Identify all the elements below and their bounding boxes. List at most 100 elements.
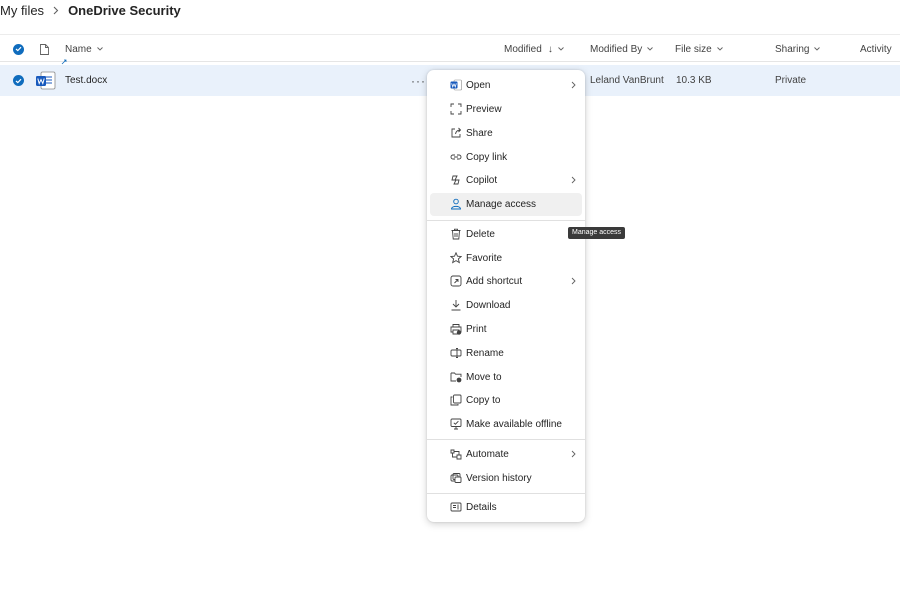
column-sharing-label: Sharing <box>775 43 810 55</box>
file-name: Test.docx <box>65 75 108 86</box>
column-name[interactable]: Name <box>65 35 103 63</box>
menu-item-favorite[interactable]: Favorite <box>430 247 582 270</box>
menu-item-open[interactable]: Open <box>430 74 582 97</box>
menu-item-label: Move to <box>466 372 502 383</box>
column-modified-by[interactable]: Modified By <box>590 35 654 63</box>
context-menu: Open Preview Share Copy link Copilot Man… <box>427 70 585 522</box>
file-sharing[interactable]: Private <box>775 65 806 96</box>
word-icon <box>450 79 462 91</box>
column-file-size[interactable]: File size <box>675 35 723 63</box>
menu-item-label: Details <box>466 502 497 513</box>
more-horizontal-icon: ··· <box>411 73 426 88</box>
modified-by-value: Leland VanBrunt <box>590 75 664 86</box>
person-icon <box>450 198 462 210</box>
chevron-right-icon <box>571 450 576 458</box>
menu-item-label: Favorite <box>466 253 503 264</box>
offline-icon <box>450 418 462 430</box>
print-icon <box>450 323 462 335</box>
chevron-right-icon <box>571 277 576 285</box>
breadcrumb: My files OneDrive Security <box>0 0 181 20</box>
menu-item-label: Manage access <box>466 199 537 210</box>
menu-item-delete[interactable]: Delete <box>430 223 582 246</box>
move-icon <box>450 371 462 383</box>
file-modified-by[interactable]: Leland VanBrunt <box>590 65 664 96</box>
row-checkbox[interactable] <box>13 65 24 96</box>
checkmark-circle-icon <box>13 43 24 55</box>
menu-item-label: Copy to <box>466 395 501 406</box>
preview-icon <box>450 103 462 115</box>
share-icon <box>450 127 462 139</box>
menu-item-details[interactable]: Details <box>430 496 582 519</box>
copy-icon <box>450 394 462 406</box>
menu-item-label: Rename <box>466 348 504 359</box>
column-name-label: Name <box>65 43 92 55</box>
column-activity[interactable]: Activity <box>860 35 892 63</box>
menu-item-add-shortcut[interactable]: Add shortcut <box>430 270 582 293</box>
chevron-down-icon <box>716 47 723 51</box>
sort-descending-icon: ↓ <box>547 43 553 55</box>
chevron-right-icon <box>571 81 576 89</box>
chevron-down-icon <box>647 47 654 51</box>
column-modified[interactable]: Modified ↓ <box>504 35 564 63</box>
menu-item-label: Copilot <box>466 175 498 186</box>
menu-item-rename[interactable]: Rename <box>430 342 582 365</box>
menu-item-download[interactable]: Download <box>430 294 582 317</box>
column-sharing[interactable]: Sharing <box>775 35 821 63</box>
menu-item-copy-link[interactable]: Copy link <box>430 146 582 169</box>
menu-divider <box>427 439 585 440</box>
menu-item-label: Preview <box>466 104 502 115</box>
menu-item-copilot[interactable]: Copilot <box>430 169 582 192</box>
trash-icon <box>450 228 462 240</box>
checkmark-circle-icon <box>13 75 24 86</box>
menu-item-label: Automate <box>466 449 509 460</box>
menu-item-version-history[interactable]: Version history <box>430 467 582 490</box>
column-header-row: Name Modified ↓ Modified By File size Sh… <box>0 34 900 62</box>
menu-item-make-available-offline[interactable]: Make available offline <box>430 413 582 436</box>
automate-icon <box>450 448 462 460</box>
menu-item-label: Add shortcut <box>466 276 523 287</box>
menu-item-label: Open <box>466 80 491 91</box>
chevron-down-icon <box>814 47 821 51</box>
details-icon <box>450 501 462 513</box>
download-icon <box>450 299 462 311</box>
file-name-link[interactable]: Test.docx <box>65 65 107 96</box>
copilot-icon <box>450 174 462 186</box>
breadcrumb-my-files[interactable]: My files <box>0 3 44 18</box>
file-type-icon[interactable] <box>40 35 49 63</box>
menu-item-share[interactable]: Share <box>430 122 582 145</box>
column-modified-label: Modified <box>504 43 542 55</box>
rename-icon <box>450 347 462 359</box>
menu-item-label: Delete <box>466 229 495 240</box>
file-size: 10.3 KB <box>676 65 712 96</box>
menu-item-label: Copy link <box>466 152 508 163</box>
onedrive-file-view: My files OneDrive Security Name Modified… <box>0 0 900 593</box>
menu-item-preview[interactable]: Preview <box>430 98 582 121</box>
file-size-value: 10.3 KB <box>676 75 712 86</box>
menu-divider <box>427 220 585 221</box>
chevron-right-icon <box>571 176 576 184</box>
chevron-down-icon <box>557 47 564 51</box>
more-actions-button[interactable]: ··· <box>411 65 426 96</box>
menu-item-copy-to[interactable]: Copy to <box>430 389 582 412</box>
menu-item-automate[interactable]: Automate <box>430 443 582 466</box>
breadcrumb-current-folder[interactable]: OneDrive Security <box>68 3 181 18</box>
sharing-value: Private <box>775 75 807 86</box>
shortcut-icon <box>450 275 462 287</box>
word-document-icon <box>35 65 56 96</box>
select-all-checkbox[interactable] <box>13 35 24 63</box>
menu-item-label: Print <box>466 324 487 335</box>
history-icon <box>450 472 462 484</box>
menu-item-manage-access[interactable]: Manage access <box>430 193 582 216</box>
menu-item-move-to[interactable]: Move to <box>430 366 582 389</box>
menu-item-label: Download <box>466 300 511 311</box>
star-icon <box>450 252 462 264</box>
column-file-size-label: File size <box>675 43 712 55</box>
menu-item-label: Make available offline <box>466 419 562 430</box>
chevron-right-icon <box>53 6 59 15</box>
menu-item-label: Version history <box>466 473 532 484</box>
menu-item-label: Share <box>466 128 493 139</box>
manage-access-tooltip: Manage access <box>568 227 626 239</box>
menu-divider <box>427 493 585 494</box>
menu-item-print[interactable]: Print <box>430 318 582 341</box>
link-icon <box>450 151 462 163</box>
